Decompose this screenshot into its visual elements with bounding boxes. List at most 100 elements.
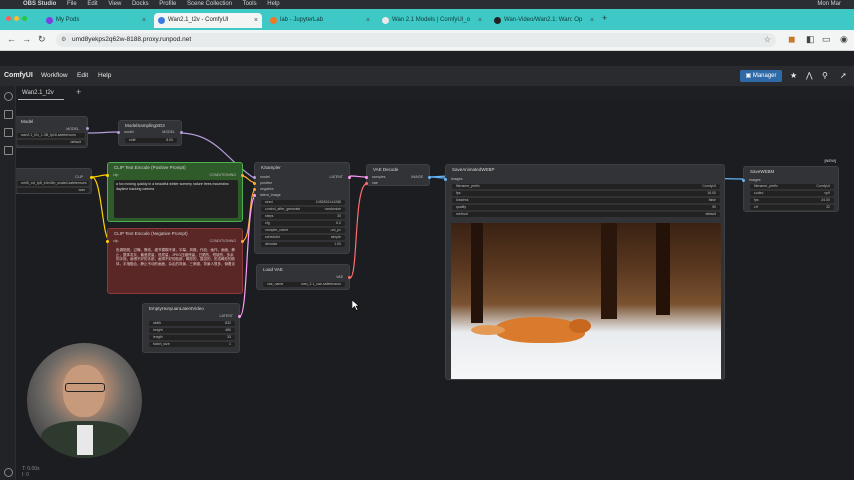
node-save-animated-webp[interactable]: SaveAnimatedWEBP images filename_prefix C…: [444, 164, 725, 380]
user-icon[interactable]: ⚲: [822, 66, 828, 86]
browser-tab-wan-models[interactable]: Wan 2.1 Models | ComfyUI_o ×: [378, 13, 486, 28]
output-socket[interactable]: [180, 131, 183, 134]
output-socket[interactable]: [348, 176, 351, 179]
node-negative-prompt[interactable]: CLIP Text Encode (Negative Prompt) clip …: [106, 228, 244, 294]
browser-tab-jupyterlab[interactable]: lab - JupyterLab ×: [266, 13, 374, 28]
url-field[interactable]: ⚙ umd8yekps2q62w-8188.proxy.runpod.net ☆: [56, 33, 776, 47]
denoise-widget[interactable]: denoise 1.00: [261, 242, 345, 247]
queue-icon[interactable]: ⋀: [806, 66, 813, 86]
output-socket[interactable]: [241, 240, 244, 243]
menu-workflow[interactable]: Workflow: [41, 66, 68, 86]
node-unet-loader[interactable]: Model MODEL wan2.1_t2v_1.3B_fp16.safeten…: [16, 116, 89, 148]
node-ksampler[interactable]: KSampler model positive negative latent_…: [253, 162, 351, 254]
menu-tools[interactable]: Tools: [243, 1, 257, 7]
output-socket[interactable]: [241, 174, 244, 177]
node-load-vae[interactable]: Load VAE VAE vae_name wan_2.1_vae.safeten…: [256, 264, 351, 290]
menu-edit[interactable]: Edit: [77, 66, 88, 86]
input-socket[interactable]: [106, 240, 109, 243]
lossless-widget[interactable]: lossless false: [452, 198, 720, 203]
puzzle-icon[interactable]: ◧: [806, 34, 815, 45]
filename-prefix-widget[interactable]: filename_prefix ComfyUI: [452, 184, 720, 189]
workflows-icon[interactable]: [4, 146, 13, 155]
profile-icon[interactable]: ◉: [840, 34, 848, 45]
star-icon[interactable]: ★: [790, 66, 797, 86]
width-widget[interactable]: width 832: [149, 321, 235, 326]
output-socket[interactable]: [238, 315, 241, 318]
input-socket-images[interactable]: [742, 179, 745, 182]
share-icon[interactable]: ➚: [840, 66, 847, 86]
input-socket[interactable]: [117, 131, 120, 134]
menu-view[interactable]: View: [108, 1, 121, 7]
input-socket[interactable]: [106, 174, 109, 177]
browser-tab-comfyui[interactable]: Wan2.1_t2v - ComfyUI ×: [154, 13, 262, 28]
node-model-sampling[interactable]: ModelSamplingSD3 model MODEL shift 8.00: [117, 120, 183, 146]
tab-close-icon[interactable]: ×: [590, 13, 594, 28]
menu-file[interactable]: File: [67, 1, 77, 7]
node-library-icon[interactable]: [4, 110, 13, 119]
height-widget[interactable]: height 480: [149, 328, 235, 333]
input-socket-negative[interactable]: [253, 188, 256, 191]
clip-type-widget[interactable]: wan: [17, 188, 89, 193]
crf-widget[interactable]: crf 32: [750, 205, 834, 210]
codec-widget[interactable]: codec vp9: [750, 191, 834, 196]
add-workflow-button[interactable]: +: [76, 87, 81, 97]
menu-edit[interactable]: Edit: [87, 1, 97, 7]
manager-button[interactable]: ▣ Manager: [740, 70, 782, 82]
scheduler-widget[interactable]: scheduler simple: [261, 235, 345, 240]
negative-prompt-textarea[interactable]: 色调艳丽，过曝，静态，细节模糊不清，字幕，风格，作品，画作，画面，静止，整体发灰…: [114, 246, 238, 290]
bookmark-icon[interactable]: ☆: [764, 33, 771, 47]
node-save-webm[interactable]: [NEW] SaveWEBM images filename_prefix Com…: [742, 158, 839, 212]
reload-icon[interactable]: ↻: [38, 34, 46, 45]
cfg-widget[interactable]: cfg 6.0: [261, 221, 345, 226]
site-info-icon[interactable]: ⚙: [61, 33, 66, 47]
browser-tab-github[interactable]: Wan-Video/Wan2.1: Wan: Op ×: [490, 13, 598, 28]
window-zoom-dot[interactable]: [22, 16, 27, 21]
output-socket[interactable]: [348, 276, 351, 279]
batch-size-widget[interactable]: batch_size 1: [149, 342, 235, 347]
tab-close-icon[interactable]: ×: [366, 13, 370, 28]
input-socket-latent[interactable]: [253, 194, 256, 197]
sampler-name-widget[interactable]: sampler_name uni_pc: [261, 228, 345, 233]
window-minimize-dot[interactable]: [14, 16, 19, 21]
input-socket-vae[interactable]: [365, 182, 368, 185]
window-close-dot[interactable]: [6, 16, 11, 21]
output-socket[interactable]: [86, 127, 89, 130]
unet-name-widget[interactable]: wan2.1_t2v_1.3B_fp16.safetensors: [17, 133, 85, 138]
new-tab-button[interactable]: +: [602, 13, 607, 23]
control-after-generate-widget[interactable]: control_after_generate randomize: [261, 207, 345, 212]
fps-widget[interactable]: fps 16.00: [452, 191, 720, 196]
input-socket-positive[interactable]: [253, 182, 256, 185]
input-socket-images[interactable]: [444, 178, 447, 181]
menu-scene-collection[interactable]: Scene Collection: [187, 1, 232, 7]
node-vae-decode[interactable]: VAE Decode samples vae IMAGE: [365, 164, 431, 186]
menu-app-name[interactable]: OBS Studio: [23, 1, 56, 7]
method-widget[interactable]: method default: [452, 212, 720, 217]
clip-name-widget[interactable]: umt5_xxl_fp8_e4m3fn_scaled.safetensors: [17, 181, 89, 186]
vae-name-widget[interactable]: vae_name wan_2.1_vae.safetensors: [263, 282, 345, 287]
tab-close-icon[interactable]: ×: [254, 13, 258, 28]
output-socket[interactable]: [428, 176, 431, 179]
browser-tab-my-pods[interactable]: My Pods ×: [42, 13, 150, 28]
menu-help[interactable]: Help: [98, 66, 111, 86]
workflow-tab[interactable]: Wan2.1_t2v: [18, 86, 64, 100]
input-socket-samples[interactable]: [365, 176, 368, 179]
node-empty-latent-video[interactable]: EmptyHunyuanLatentVideo LATENT width 832 …: [142, 303, 241, 353]
back-icon[interactable]: ←: [7, 34, 16, 44]
weight-dtype-widget[interactable]: default: [17, 140, 85, 145]
menu-docks[interactable]: Docks: [132, 1, 149, 7]
forward-icon[interactable]: →: [22, 34, 31, 44]
fps-widget[interactable]: fps 24.00: [750, 198, 834, 203]
positive-prompt-textarea[interactable]: a fox moving quickly in a beautiful wint…: [114, 180, 238, 218]
node-positive-prompt[interactable]: CLIP Text Encode (Positive Prompt) clip …: [106, 162, 244, 222]
output-socket[interactable]: [90, 176, 93, 179]
model-library-icon[interactable]: [4, 128, 13, 137]
seed-widget[interactable]: seed 1082826144288: [261, 200, 345, 205]
sidebar-icon[interactable]: ▭: [822, 34, 831, 45]
steps-widget[interactable]: steps 30: [261, 214, 345, 219]
tab-close-icon[interactable]: ×: [142, 13, 146, 28]
input-socket-model[interactable]: [253, 176, 256, 179]
menu-profile[interactable]: Profile: [159, 1, 176, 7]
filename-prefix-widget[interactable]: filename_prefix ComfyUI: [750, 184, 834, 189]
menu-help[interactable]: Help: [267, 1, 279, 7]
node-clip-loader[interactable]: CLIP umt5_xxl_fp8_e4m3fn_scaled.safetens…: [16, 168, 93, 194]
